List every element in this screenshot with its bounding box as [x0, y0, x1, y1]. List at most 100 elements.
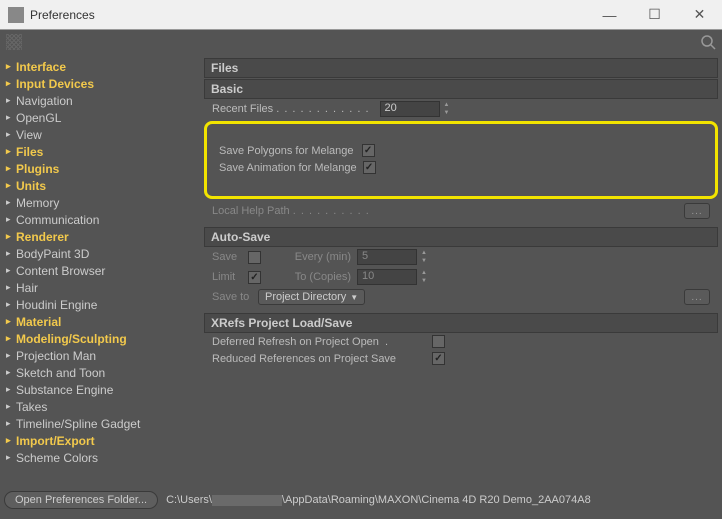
sidebar-item-houdini-engine[interactable]: ▸Houdini Engine — [2, 296, 198, 313]
xrefs-deferred-checkbox[interactable] — [432, 335, 445, 348]
sidebar-item-takes[interactable]: ▸Takes — [2, 398, 198, 415]
maximize-button[interactable]: ☐ — [632, 0, 677, 30]
prefs-path: C:\Users\\AppData\Roaming\MAXON\Cinema 4… — [166, 494, 591, 506]
sidebar-item-projection-man[interactable]: ▸Projection Man — [2, 347, 198, 364]
chevron-right-icon: ▸ — [6, 333, 16, 344]
autosave-save-label: Save — [212, 251, 248, 263]
sidebar-item-label: Content Browser — [16, 264, 105, 278]
chevron-right-icon: ▸ — [6, 401, 16, 412]
chevron-right-icon: ▸ — [6, 78, 16, 89]
grip-icon — [6, 34, 22, 50]
spinner-up-icon[interactable]: ▲ — [419, 249, 429, 257]
redacted-username — [212, 495, 282, 506]
spinner-down-icon[interactable]: ▼ — [442, 109, 452, 117]
autosave-to-input[interactable]: 10 — [357, 269, 417, 285]
spinner-up-icon[interactable]: ▲ — [442, 101, 452, 109]
sidebar-item-label: BodyPaint 3D — [16, 247, 89, 261]
autosave-limit-checkbox[interactable] — [248, 271, 261, 284]
sidebar-item-input-devices[interactable]: ▸Input Devices — [2, 75, 198, 92]
window-title: Preferences — [30, 8, 587, 22]
recent-files-row: Recent Files . . . . . . . . . . . . 20 … — [204, 99, 718, 119]
sidebar-item-content-browser[interactable]: ▸Content Browser — [2, 262, 198, 279]
autosave-limit-row: Limit To (Copies) 10 ▲▼ — [204, 267, 718, 287]
category-tree: ▸Interface▸Input Devices▸Navigation▸Open… — [0, 54, 200, 488]
open-prefs-folder-button[interactable]: Open Preferences Folder... — [4, 491, 158, 509]
spinner-down-icon[interactable]: ▼ — [419, 257, 429, 265]
close-button[interactable]: ✕ — [677, 0, 722, 30]
search-icon[interactable] — [700, 34, 716, 50]
spinner-up-icon[interactable]: ▲ — [419, 269, 429, 277]
autosave-to-label: To (Copies) — [281, 271, 351, 283]
sidebar-item-label: Substance Engine — [16, 383, 113, 397]
autosave-saveto-label: Save to — [212, 291, 258, 303]
xrefs-deferred-label: Deferred Refresh on Project Open . — [212, 336, 432, 348]
sidebar-item-renderer[interactable]: ▸Renderer — [2, 228, 198, 245]
sidebar-item-memory[interactable]: ▸Memory — [2, 194, 198, 211]
sidebar-item-scheme-colors[interactable]: ▸Scheme Colors — [2, 449, 198, 466]
autosave-every-input[interactable]: 5 — [357, 249, 417, 265]
app-icon — [8, 7, 24, 23]
chevron-right-icon: ▸ — [6, 112, 16, 123]
sidebar-item-communication[interactable]: ▸Communication — [2, 211, 198, 228]
save-animation-label: Save Animation for Melange — [219, 162, 357, 174]
chevron-right-icon: ▸ — [6, 180, 16, 191]
autosave-saveto-dropdown[interactable]: Project Directory▼ — [258, 289, 365, 305]
sidebar-item-navigation[interactable]: ▸Navigation — [2, 92, 198, 109]
chevron-down-icon: ▼ — [350, 293, 358, 302]
chevron-right-icon: ▸ — [6, 435, 16, 446]
chevron-right-icon: ▸ — [6, 61, 16, 72]
sidebar-item-hair[interactable]: ▸Hair — [2, 279, 198, 296]
chevron-right-icon: ▸ — [6, 452, 16, 463]
chevron-right-icon: ▸ — [6, 282, 16, 293]
sidebar-item-substance-engine[interactable]: ▸Substance Engine — [2, 381, 198, 398]
window-titlebar: Preferences — ☐ ✕ — [0, 0, 722, 30]
sidebar-item-interface[interactable]: ▸Interface — [2, 58, 198, 75]
sidebar-item-label: Timeline/Spline Gadget — [16, 417, 140, 431]
toolbar — [0, 30, 722, 54]
chevron-right-icon: ▸ — [6, 197, 16, 208]
sidebar-item-import-export[interactable]: ▸Import/Export — [2, 432, 198, 449]
sidebar-item-view[interactable]: ▸View — [2, 126, 198, 143]
sidebar-item-label: Material — [16, 315, 61, 329]
sidebar-item-label: Scheme Colors — [16, 451, 98, 465]
sidebar-item-material[interactable]: ▸Material — [2, 313, 198, 330]
basic-header: Basic — [204, 79, 718, 99]
save-polygons-checkbox[interactable] — [362, 144, 375, 157]
chevron-right-icon: ▸ — [6, 350, 16, 361]
sidebar-item-bodypaint-3d[interactable]: ▸BodyPaint 3D — [2, 245, 198, 262]
sidebar-item-sketch-and-toon[interactable]: ▸Sketch and Toon — [2, 364, 198, 381]
autosave-save-checkbox[interactable] — [248, 251, 261, 264]
chevron-right-icon: ▸ — [6, 265, 16, 276]
chevron-right-icon: ▸ — [6, 418, 16, 429]
autosave-save-row: Save Every (min) 5 ▲▼ — [204, 247, 718, 267]
recent-files-label: Recent Files . . . . . . . . . . . . — [212, 103, 380, 115]
sidebar-item-label: Takes — [16, 400, 47, 414]
browse-button[interactable]: ... — [684, 203, 710, 219]
sidebar-item-plugins[interactable]: ▸Plugins — [2, 160, 198, 177]
sidebar-item-opengl[interactable]: ▸OpenGL — [2, 109, 198, 126]
chevron-right-icon: ▸ — [6, 129, 16, 140]
sidebar-item-label: Hair — [16, 281, 38, 295]
save-animation-checkbox[interactable] — [363, 161, 376, 174]
chevron-right-icon: ▸ — [6, 299, 16, 310]
xrefs-reduced-checkbox[interactable] — [432, 352, 445, 365]
sidebar-item-units[interactable]: ▸Units — [2, 177, 198, 194]
recent-files-input[interactable]: 20 — [380, 101, 440, 117]
sidebar-item-timeline-spline-gadget[interactable]: ▸Timeline/Spline Gadget — [2, 415, 198, 432]
save-animation-row: Save Animation for Melange — [211, 159, 711, 176]
chevron-right-icon: ▸ — [6, 367, 16, 378]
sidebar-item-label: Files — [16, 145, 43, 159]
minimize-button[interactable]: — — [587, 0, 632, 30]
settings-panel: Files Basic Recent Files . . . . . . . .… — [200, 54, 722, 488]
files-header: Files — [204, 58, 718, 78]
sidebar-item-label: Houdini Engine — [16, 298, 97, 312]
autosave-browse-button[interactable]: ... — [684, 289, 710, 305]
sidebar-item-modeling-sculpting[interactable]: ▸Modeling/Sculpting — [2, 330, 198, 347]
xrefs-reduced-label: Reduced References on Project Save — [212, 353, 432, 365]
spinner-down-icon[interactable]: ▼ — [419, 277, 429, 285]
sidebar-item-files[interactable]: ▸Files — [2, 143, 198, 160]
sidebar-item-label: View — [16, 128, 42, 142]
sidebar-item-label: Plugins — [16, 162, 59, 176]
save-polygons-label: Save Polygons for Melange — [219, 145, 354, 157]
autosave-limit-label: Limit — [212, 271, 248, 283]
